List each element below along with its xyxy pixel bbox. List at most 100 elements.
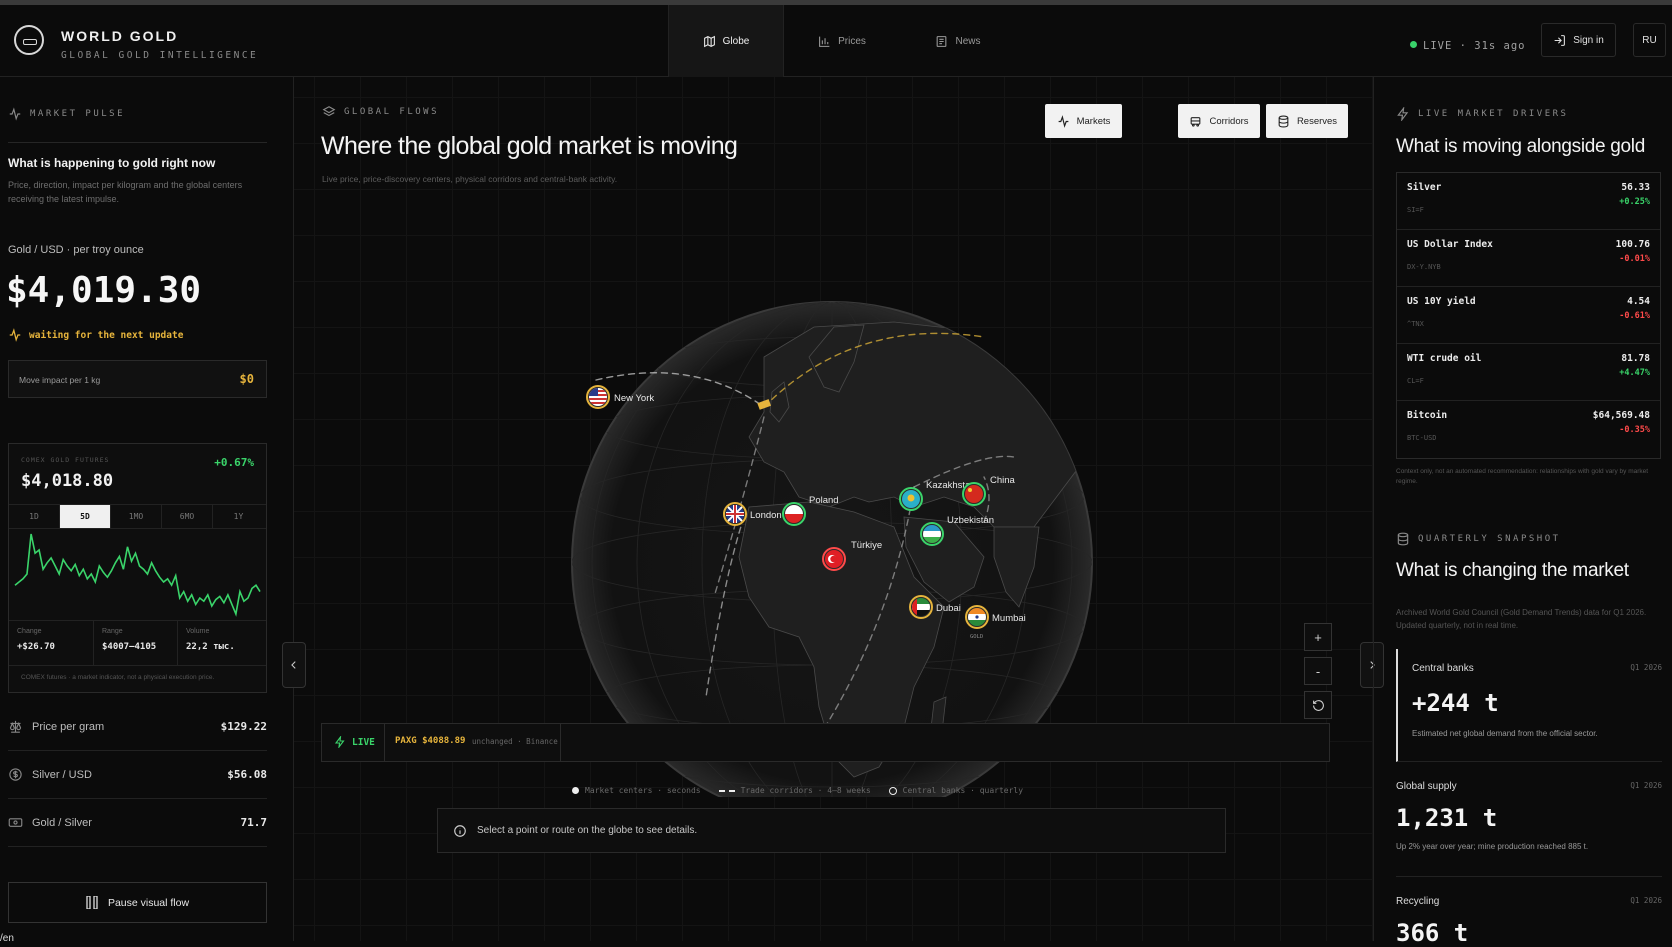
flag-pl-icon [785,505,803,523]
card-title: Global supply [1396,781,1457,792]
map-icon [703,35,715,47]
city-label-poland: Poland [809,495,839,506]
layer-corridors-button[interactable]: Corridors [1178,104,1260,138]
timeframe-1y[interactable]: 1Y [213,505,264,528]
scale-icon [9,720,22,733]
market-value: 56.33 [1621,182,1650,193]
database-icon [1278,115,1289,127]
header: WORLD GOLD GLOBAL GOLD INTELLIGENCE Glob… [0,5,1672,77]
brand-subtitle: GLOBAL GOLD INTELLIGENCE [61,50,259,61]
market-row-wti[interactable]: WTI crude oil CL=F 81.78 +4.47% [1397,344,1660,401]
timeframe-6mo[interactable]: 6MO [162,505,213,528]
gold-silver-label: Gold / Silver [32,816,92,829]
reset-view-button[interactable] [1304,691,1332,719]
card-recycling: Recycling Q1 2026 366 t [1396,882,1662,947]
language-label: RU [1642,34,1657,46]
legend-trade-corridors: Trade corridors · 4–8 weeks [718,786,871,795]
sign-in-button[interactable]: Sign in [1541,23,1616,57]
gold-silver-row: Gold / Silver 71.7 [8,799,267,847]
timeframe-5d[interactable]: 5D [60,505,111,528]
market-change: +0.25% [1619,197,1650,207]
market-value: 4.54 [1627,296,1650,307]
live-status: LIVE · 31s ago [1410,40,1526,52]
snapshot-description: Archived World Gold Council (Gold Demand… [1396,608,1647,630]
futures-change: +0.67% [214,456,254,469]
market-row-silver[interactable]: Silver SI=F 56.33 +0.25% [1397,173,1660,230]
language-button[interactable]: RU [1633,23,1666,57]
legend-central-banks-label: Central banks · quarterly [902,786,1024,795]
layer-reserves-label: Reserves [1296,115,1338,127]
collapse-left-button[interactable] [282,642,306,688]
timeframe-1mo[interactable]: 1MO [111,505,162,528]
drivers-label: LIVE MARKET DRIVERS [1396,107,1568,121]
activity-icon [1058,114,1068,128]
flag-kz-icon [902,490,920,508]
layer-markets-label: Markets [1076,115,1111,127]
dollar-circle-icon [9,768,22,781]
snapshot-label-text: QUARTERLY SNAPSHOT [1418,534,1561,544]
layer-reserves-button[interactable]: Reserves [1266,104,1348,138]
market-name: US Dollar Index [1407,239,1493,250]
stat-volume-label: Volume [186,628,210,635]
card-period: Q1 2026 [1630,781,1662,790]
zoom-out-button[interactable]: - [1304,657,1332,685]
futures-label: COMEX GOLD FUTURES [21,456,110,464]
zoom-in-button[interactable]: + [1304,623,1332,651]
price-per-gram-label: Price per gram [32,720,105,733]
layer-markets-button[interactable]: Markets [1045,104,1122,138]
silver-usd-label: Silver / USD [32,768,92,781]
market-name: Silver [1407,182,1442,193]
divider [8,142,267,143]
market-pulse-label-text: MARKET PULSE [30,109,126,119]
move-impact-box: Move impact per 1 kg $0 [8,360,267,398]
tab-globe[interactable]: Globe [668,5,784,77]
market-pulse-panel: MARKET PULSE What is happening to gold r… [0,77,294,944]
ticker-detail: unchanged · Binance [472,737,558,746]
brand-title: WORLD GOLD [61,28,179,44]
refresh-icon [1312,699,1324,711]
logo-icon[interactable] [14,25,44,55]
price-per-gram-value: $129.22 [220,720,267,733]
market-drivers-panel: LIVE MARKET DRIVERS What is moving along… [1373,77,1672,947]
market-change: -0.35% [1619,425,1650,435]
tab-prices[interactable]: Prices [784,5,900,77]
market-row-dollar-index[interactable]: US Dollar Index DX-Y.NYB 100.76 -0.01% [1397,230,1660,287]
live-dot-icon [1410,41,1417,48]
pause-visual-flow-button[interactable]: Pause visual flow [8,882,267,923]
divider [9,665,266,666]
market-value: $64,569.48 [1592,410,1650,421]
city-label-london: London [750,510,782,521]
pause-visual-flow-label: Pause visual flow [107,896,190,909]
market-symbol: BTC-USD [1407,434,1437,442]
move-impact-value: $0 [239,372,254,386]
stat-volume-value: 22,2 тыс. [186,642,235,652]
futures-note: COMEX futures · a market indicator, not … [21,674,215,681]
update-status: waiting for the next update [8,328,183,342]
card-value: 1,231 t [1396,804,1498,832]
sign-in-icon [1554,34,1566,46]
drivers-heading: What is moving alongside gold [1396,136,1645,157]
url-fragment: /en [0,933,14,944]
city-label-turkiye: Türkiye [851,540,882,551]
card-value: +244 t [1412,689,1499,717]
market-name: WTI crude oil [1407,353,1482,364]
snapshot-label: QUARTERLY SNAPSHOT [1396,532,1561,546]
city-label-dubai: Dubai [936,603,961,614]
card-period: Q1 2026 [1630,663,1662,672]
flag-in-icon [968,608,986,626]
market-row-us10y[interactable]: US 10Y yield ^TNX 4.54 -0.61% [1397,287,1660,344]
divider [384,724,385,761]
market-name: US 10Y yield [1407,296,1476,307]
live-status-text: LIVE · 31s ago [1423,40,1526,52]
price-per-gram-row: Price per gram $129.22 [8,703,267,751]
global-flows-label: GLOBAL FLOWS [322,105,439,119]
tab-news[interactable]: News [900,5,1016,77]
globe[interactable]: New York London Poland Kazakhstan China … [294,197,1373,797]
truck-icon [1191,116,1201,127]
gold-price: $4,019.30 [6,270,202,311]
city-label-china: China [990,475,1016,486]
market-row-bitcoin[interactable]: Bitcoin BTC-USD $64,569.48 -0.35% [1397,401,1660,458]
stat-change-label: Change [17,628,42,635]
ticker-live: LIVE [334,736,375,748]
timeframe-1d[interactable]: 1D [9,505,60,528]
